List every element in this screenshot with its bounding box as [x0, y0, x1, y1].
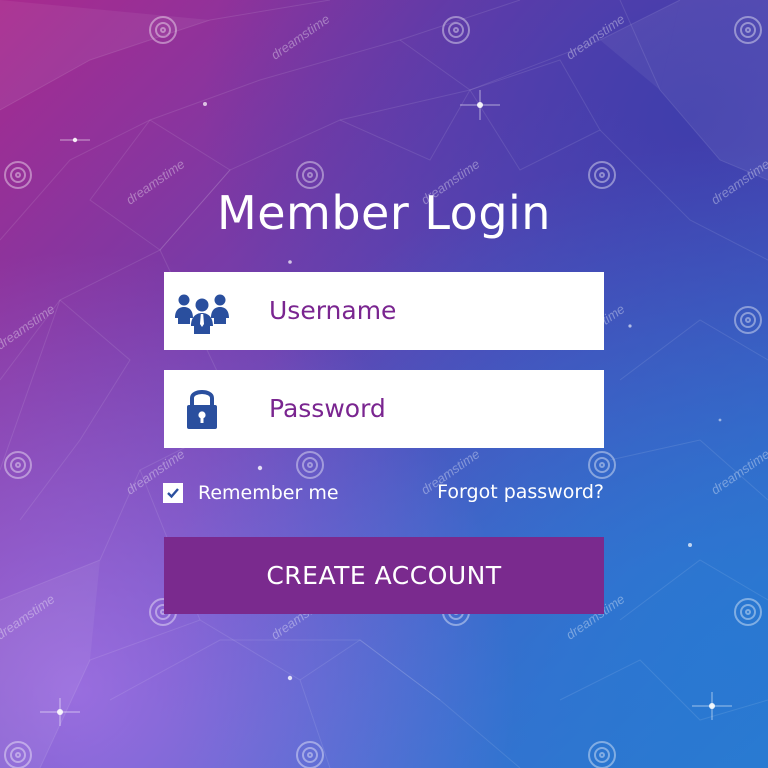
svg-text:dreamstime: dreamstime: [708, 446, 768, 497]
create-account-button[interactable]: CREATE ACCOUNT: [164, 537, 604, 614]
username-field[interactable]: Username: [164, 272, 604, 350]
password-field[interactable]: Password: [164, 370, 604, 448]
remember-me-label: Remember me: [198, 482, 339, 504]
svg-text:dreamstime: dreamstime: [0, 301, 57, 352]
checkmark-icon: [167, 488, 179, 499]
remember-me-row[interactable]: Remember me: [163, 481, 339, 505]
remember-me-checkbox[interactable]: [163, 483, 183, 503]
users-group-icon: [175, 294, 229, 334]
forgot-password-link[interactable]: Forgot password?: [437, 481, 604, 503]
username-placeholder: Username: [269, 296, 397, 325]
padlock-icon: [187, 390, 217, 429]
page-title: Member Login: [217, 186, 551, 240]
password-placeholder: Password: [269, 394, 386, 423]
svg-text:dreamstime: dreamstime: [268, 11, 332, 62]
